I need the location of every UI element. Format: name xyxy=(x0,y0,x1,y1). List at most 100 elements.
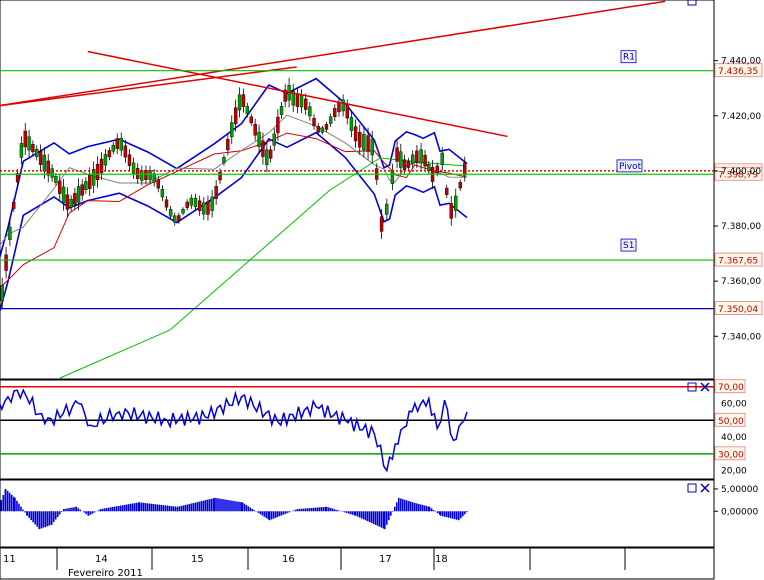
histogram-bar xyxy=(210,498,213,512)
candle xyxy=(316,125,320,133)
histogram-bar xyxy=(186,504,189,512)
candle xyxy=(454,195,458,211)
candle xyxy=(4,254,8,271)
oscillator-level-label: 70,00 xyxy=(718,383,744,393)
candle xyxy=(257,131,261,147)
candle xyxy=(463,162,467,176)
candle xyxy=(19,143,24,158)
histogram-bar xyxy=(190,503,193,512)
histogram-bar xyxy=(198,501,201,512)
histogram-bar xyxy=(204,500,207,512)
histogram-bar xyxy=(14,497,16,512)
histogram-bar xyxy=(360,511,363,519)
histogram-bar xyxy=(396,502,398,512)
histogram-bar xyxy=(345,511,348,513)
histogram-bar xyxy=(378,511,381,527)
histogram-bar xyxy=(268,511,271,521)
histogram-bar xyxy=(4,488,7,512)
candle xyxy=(185,201,189,208)
histogram-bar xyxy=(16,500,18,512)
histogram-bar xyxy=(392,511,394,512)
histogram-bar xyxy=(71,507,73,512)
histogram-bar xyxy=(192,502,195,512)
histogram-bar xyxy=(354,511,357,516)
histogram-bar xyxy=(10,494,13,512)
histogram-bar xyxy=(402,499,404,512)
candle xyxy=(402,159,407,170)
histogram-bar xyxy=(106,507,108,512)
candle xyxy=(341,99,345,112)
candle xyxy=(58,180,62,194)
histogram-bar xyxy=(0,500,3,512)
candle xyxy=(107,150,112,158)
histogram-bar xyxy=(308,508,311,512)
histogram-bar xyxy=(450,511,452,519)
histogram-bar xyxy=(222,499,224,512)
histogram-bar xyxy=(67,508,69,512)
histogram-bar xyxy=(220,498,222,512)
candle xyxy=(440,152,444,165)
histogram-bar xyxy=(44,511,47,527)
candle xyxy=(218,172,222,181)
oscillator-panel[interactable] xyxy=(0,379,715,480)
candle xyxy=(241,94,246,107)
candle xyxy=(245,106,250,114)
histogram-bar xyxy=(6,490,9,512)
candle xyxy=(123,145,128,158)
month-label: Fevereiro 2011 xyxy=(68,568,143,579)
histogram-bar xyxy=(114,506,116,512)
histogram-bar xyxy=(276,511,279,517)
histogram-bar xyxy=(404,499,406,512)
candle xyxy=(423,154,427,167)
histogram-bar xyxy=(104,508,106,512)
candle xyxy=(415,150,419,163)
histogram-bar xyxy=(422,504,424,512)
histogram-bar xyxy=(136,502,138,512)
x-tick-label: 17 xyxy=(379,554,392,565)
histogram-bar xyxy=(174,506,176,512)
histogram-bar xyxy=(370,511,373,524)
candle xyxy=(84,181,88,190)
candle xyxy=(214,185,218,199)
candle xyxy=(385,203,389,215)
histogram-bar xyxy=(372,511,375,525)
candle xyxy=(449,203,453,219)
histogram-bar xyxy=(292,510,295,512)
histogram-bar xyxy=(406,500,408,512)
histogram-bar xyxy=(333,509,336,512)
histogram-bar xyxy=(184,504,187,512)
histogram-bar xyxy=(144,503,146,512)
histogram-bar xyxy=(288,511,291,513)
histogram-bar xyxy=(176,506,179,512)
histogram-bar xyxy=(24,511,26,513)
histogram-bar xyxy=(329,508,332,512)
histogram-bar xyxy=(224,499,226,512)
histogram-bar xyxy=(2,494,5,512)
histogram-bar xyxy=(162,505,164,512)
histogram-bar xyxy=(73,507,75,512)
histogram-bar xyxy=(28,511,30,518)
trading-chart[interactable]: 7.436,35R17.400,01Pivot7.398,797.367,65S… xyxy=(0,0,764,580)
histogram-bar xyxy=(124,504,126,512)
histogram-bar xyxy=(452,511,454,519)
histogram-bar xyxy=(331,508,334,512)
histogram-bar xyxy=(400,498,402,512)
histogram-bar xyxy=(52,511,55,523)
candle xyxy=(406,160,411,168)
candle xyxy=(61,186,66,203)
histogram-bar xyxy=(426,506,428,512)
histogram-bar xyxy=(156,504,158,512)
candle xyxy=(445,187,449,195)
candle xyxy=(0,285,4,302)
histogram-bar xyxy=(444,511,446,517)
histogram-bar xyxy=(464,511,466,515)
histogram-bar xyxy=(446,511,448,518)
candle xyxy=(328,116,333,124)
histogram-bar xyxy=(456,511,458,520)
histogram-bar xyxy=(63,509,65,512)
candle xyxy=(189,197,194,206)
candle xyxy=(230,122,234,138)
histogram-bar xyxy=(343,511,346,513)
price-panel[interactable] xyxy=(0,0,715,380)
candle xyxy=(233,107,238,124)
